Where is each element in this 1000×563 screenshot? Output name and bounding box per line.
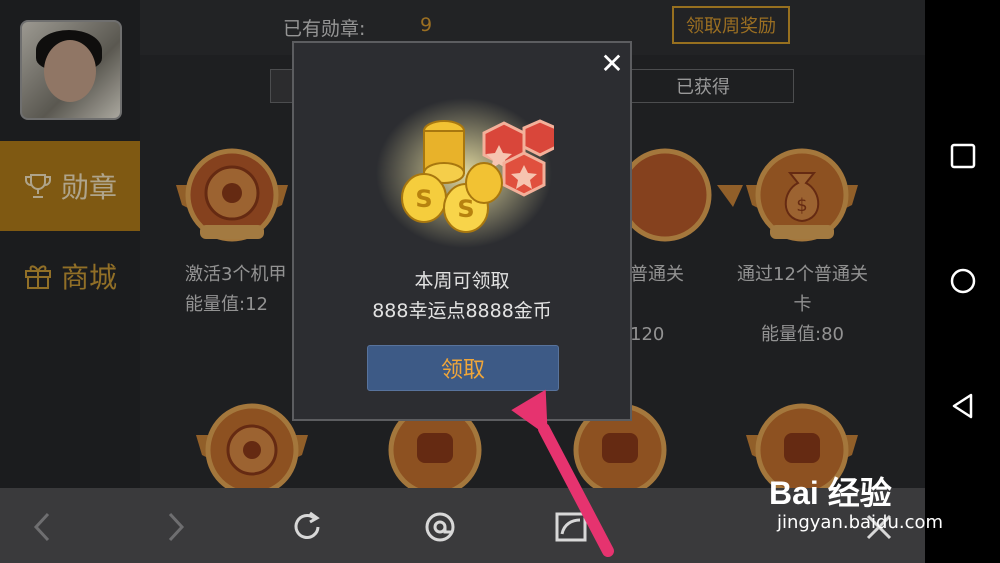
back-icon[interactable] bbox=[26, 510, 60, 544]
reward-dialog: ✕ S S 本周可领取 888幸运点8888金币 领取 bbox=[292, 41, 632, 421]
reward-availability-text: 本周可领取 bbox=[414, 270, 510, 292]
at-sign-icon[interactable] bbox=[423, 510, 457, 544]
home-icon[interactable] bbox=[949, 267, 977, 295]
baidu-jingyan-watermark: Bai 经验 jingyan.baidu.com bbox=[765, 460, 965, 540]
pointer-arrow bbox=[511, 389, 614, 557]
svg-text:S: S bbox=[415, 185, 432, 213]
close-icon[interactable]: ✕ bbox=[597, 49, 627, 79]
back-nav-icon[interactable] bbox=[949, 392, 977, 420]
svg-text:S: S bbox=[457, 195, 474, 223]
watermark-url: jingyan.baidu.com bbox=[776, 512, 944, 533]
refresh-icon[interactable] bbox=[290, 510, 324, 544]
forward-icon[interactable] bbox=[158, 510, 192, 544]
coins-and-gems-icon: S S bbox=[376, 98, 554, 248]
reward-amount-text: 888幸运点8888金币 bbox=[372, 300, 552, 322]
recent-apps-icon[interactable] bbox=[949, 142, 977, 170]
watermark-logo-text: Bai 经验 bbox=[769, 475, 892, 511]
